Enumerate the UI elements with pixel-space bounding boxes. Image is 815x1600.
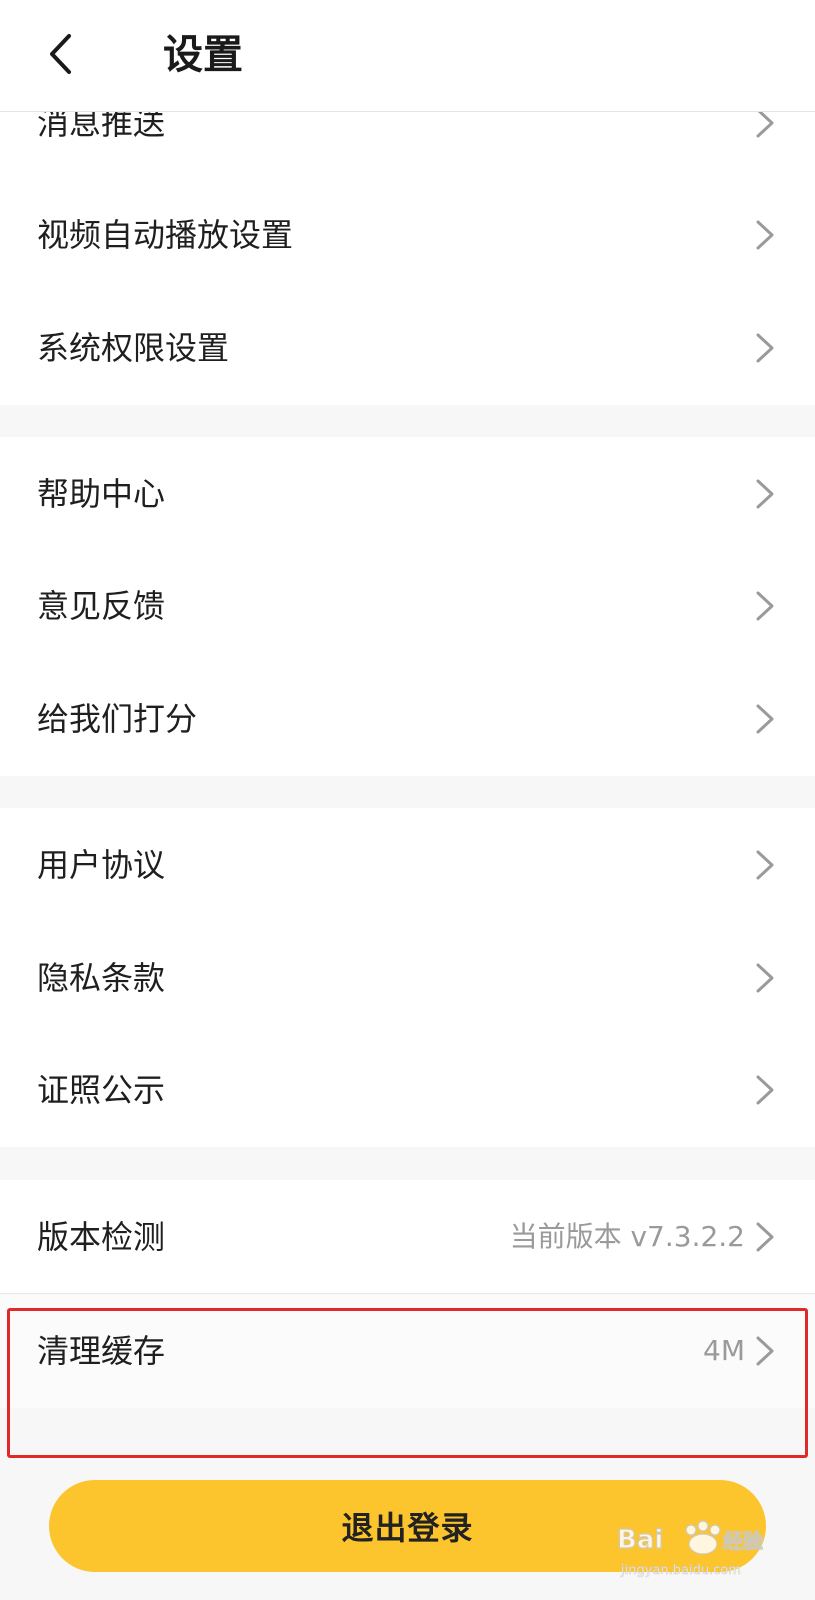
settings-item-label: 版本检测 bbox=[37, 1218, 166, 1256]
chevron-right-icon bbox=[756, 591, 774, 621]
version-value: 当前版本 v7.3.2.2 bbox=[509, 1220, 745, 1253]
settings-item-user-agreement[interactable]: 用户协议 bbox=[0, 808, 815, 922]
top-bar: 设置 bbox=[0, 0, 815, 112]
settings-item-label: 清理缓存 bbox=[37, 1332, 166, 1370]
logout-button[interactable]: 退出登录 bbox=[49, 1480, 766, 1572]
settings-item-label: 给我们打分 bbox=[37, 700, 198, 738]
settings-item-clear-cache[interactable]: 清理缓存 4M bbox=[0, 1294, 815, 1408]
settings-item-video-autoplay[interactable]: 视频自动播放设置 bbox=[0, 178, 815, 292]
settings-item-label: 意见反馈 bbox=[37, 587, 166, 625]
chevron-right-icon bbox=[756, 1336, 774, 1366]
settings-item-help-center[interactable]: 帮助中心 bbox=[0, 437, 815, 551]
settings-item-label: 帮助中心 bbox=[37, 475, 166, 513]
page-title: 设置 bbox=[163, 32, 243, 78]
chevron-right-icon bbox=[756, 1075, 774, 1105]
chevron-right-icon bbox=[756, 1222, 774, 1252]
settings-item-label: 证照公示 bbox=[37, 1071, 166, 1109]
back-button[interactable] bbox=[38, 28, 82, 80]
chevron-right-icon bbox=[756, 704, 774, 734]
settings-item-feedback[interactable]: 意见反馈 bbox=[0, 549, 815, 663]
settings-item-label: 系统权限设置 bbox=[37, 329, 230, 367]
settings-item-rate-us[interactable]: 给我们打分 bbox=[0, 662, 815, 776]
settings-page: 消息推送 视频自动播放设置 系统权限设置 帮助中心 意见反馈 给我们打分 用户协… bbox=[0, 0, 815, 1600]
chevron-left-icon bbox=[50, 34, 71, 74]
chevron-right-icon bbox=[756, 220, 774, 250]
logout-label: 退出登录 bbox=[341, 1509, 474, 1547]
cache-size-value: 4M bbox=[703, 1334, 745, 1367]
chevron-right-icon bbox=[756, 479, 774, 509]
chevron-right-icon bbox=[756, 963, 774, 993]
settings-item-label: 隐私条款 bbox=[37, 959, 166, 997]
chevron-right-icon bbox=[756, 333, 774, 363]
settings-item-label: 视频自动播放设置 bbox=[37, 216, 294, 254]
settings-item-version-check[interactable]: 版本检测 当前版本 v7.3.2.2 bbox=[0, 1180, 815, 1294]
settings-item-system-permissions[interactable]: 系统权限设置 bbox=[0, 291, 815, 405]
chevron-right-icon bbox=[756, 850, 774, 880]
settings-item-privacy-policy[interactable]: 隐私条款 bbox=[0, 921, 815, 1035]
settings-item-label: 用户协议 bbox=[37, 846, 166, 884]
settings-item-licenses[interactable]: 证照公示 bbox=[0, 1033, 815, 1147]
